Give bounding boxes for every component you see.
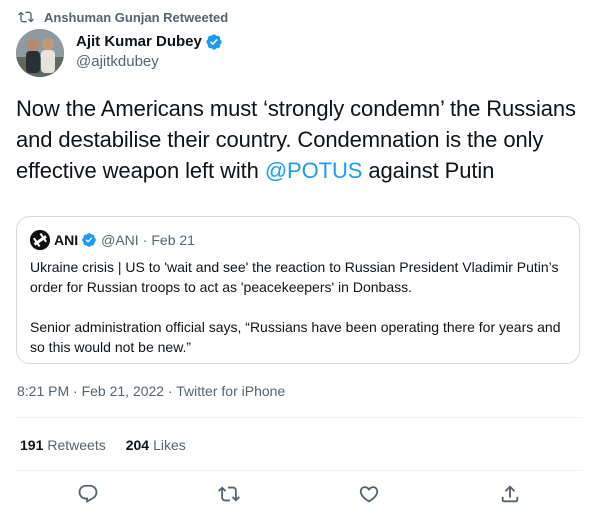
quoted-tweet[interactable]: ANI @ANI · Feb 21 Ukraine crisis | US to…	[16, 216, 580, 364]
author-name[interactable]: Ajit Kumar Dubey	[76, 32, 202, 52]
engagement-stats: 191 Retweets 204 Likes	[20, 437, 206, 453]
author-handle[interactable]: @ajitkdubey	[76, 52, 223, 72]
verified-badge-icon	[206, 34, 222, 50]
tweet-text-part2: against Putin	[362, 158, 495, 183]
like-icon	[359, 486, 379, 503]
author-avatar[interactable]	[16, 29, 64, 77]
likes-label: Likes	[153, 437, 186, 453]
quoted-body: Ukraine crisis | US to 'wait and see' th…	[30, 257, 570, 357]
quoted-avatar	[30, 230, 50, 250]
retweet-button[interactable]	[218, 483, 240, 505]
divider	[16, 470, 582, 471]
reply-icon	[78, 484, 98, 503]
quoted-separator: ·	[142, 232, 148, 248]
reply-button[interactable]	[77, 483, 99, 505]
retweets-label: Retweets	[47, 437, 106, 453]
retweets-stat[interactable]: 191 Retweets	[20, 437, 106, 453]
tweet-timestamp[interactable]: 8:21 PM · Feb 21, 2022 · Twitter for iPh…	[17, 383, 285, 399]
quoted-handle: @ANI	[101, 232, 139, 248]
author-info: Ajit Kumar Dubey @ajitkdubey	[76, 32, 223, 72]
verified-badge-icon	[82, 233, 96, 247]
quoted-paragraph-1: Ukraine crisis | US to 'wait and see' th…	[30, 259, 559, 295]
likes-count: 204	[125, 437, 150, 453]
quoted-name: ANI	[54, 232, 79, 248]
tweet-text: Now the Americans must ‘strongly condemn…	[16, 93, 586, 186]
retweet-icon	[218, 486, 240, 502]
action-bar	[0, 483, 598, 507]
mention-link[interactable]: @POTUS	[265, 158, 363, 183]
retweets-count: 191	[20, 437, 44, 453]
quoted-paragraph-2: Senior administration official says, “Ru…	[30, 319, 561, 355]
share-icon	[501, 485, 519, 503]
divider	[16, 417, 582, 418]
retweet-banner[interactable]: Anshuman Gunjan Retweeted	[18, 8, 228, 26]
retweet-icon	[18, 11, 34, 23]
like-button[interactable]	[358, 483, 380, 505]
share-button[interactable]	[499, 483, 521, 505]
retweet-banner-text: Anshuman Gunjan Retweeted	[44, 9, 229, 25]
likes-stat[interactable]: 204 Likes	[126, 437, 186, 453]
quoted-date: Feb 21	[151, 232, 195, 248]
